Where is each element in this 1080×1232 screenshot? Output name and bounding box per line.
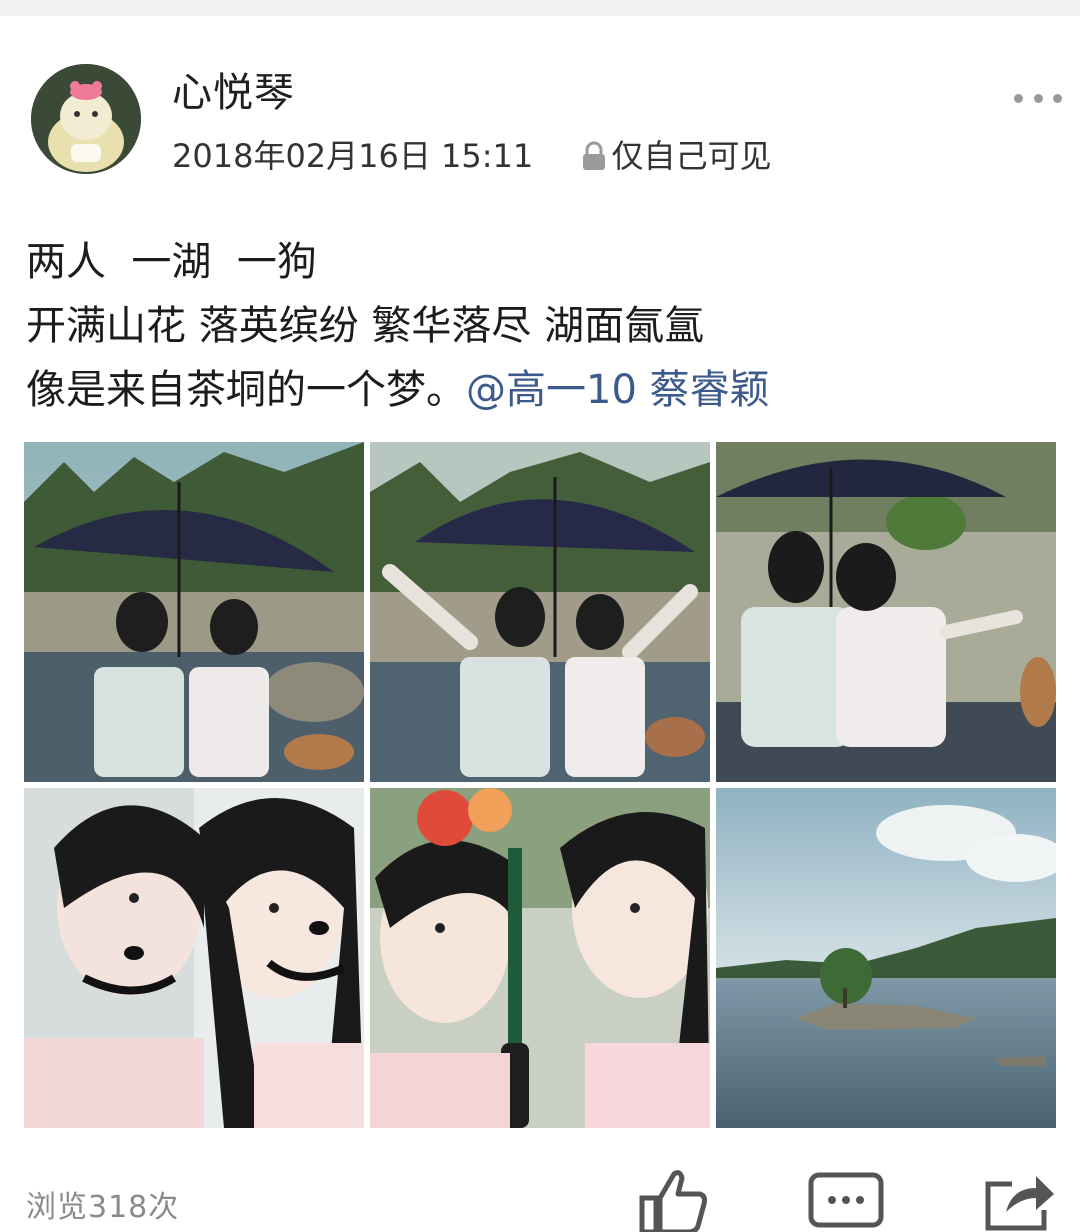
photo-4[interactable] <box>24 788 364 1128</box>
post-line-2: 开满山花 落英缤纷 繁华落尽 湖面氤氲 <box>26 303 705 349</box>
comment-bubble-icon[interactable] <box>808 1172 884 1232</box>
post-line-3: 像是来自茶垌的一个梦。@高一10 蔡睿颖 <box>26 358 1056 422</box>
photo-grid <box>24 442 1056 1128</box>
post-meta: 2018年02月16日 15:11 仅自己可见 <box>172 134 771 178</box>
post-card: 心悦琴 2018年02月16日 15:11 仅自己可见 两人 一湖 一狗 开满山… <box>0 16 1080 1232</box>
view-count: 浏览318次 <box>26 1190 180 1225</box>
photo-1[interactable] <box>24 442 364 782</box>
photo-3[interactable] <box>716 442 1056 782</box>
privacy-indicator: 仅自己可见 <box>581 134 771 178</box>
post-line-3-text: 像是来自茶垌的一个梦。 <box>26 367 466 413</box>
avatar[interactable] <box>31 64 141 174</box>
post-line-1: 两人 一湖 一狗 <box>26 239 317 285</box>
post-content: 两人 一湖 一狗 开满山花 落英缤纷 繁华落尽 湖面氤氲 像是来自茶垌的一个梦。… <box>26 230 1056 422</box>
thumbs-up-icon[interactable] <box>638 1168 708 1232</box>
share-arrow-icon[interactable] <box>982 1166 1058 1232</box>
mention-link[interactable]: @高一10 蔡睿颖 <box>466 367 770 413</box>
photo-6[interactable] <box>716 788 1056 1128</box>
author-name[interactable]: 心悦琴 <box>172 66 295 120</box>
more-dots-icon[interactable] <box>1014 88 1062 108</box>
post-timestamp: 2018年02月16日 15:11 <box>172 137 534 175</box>
lock-icon <box>583 141 606 170</box>
photo-5[interactable] <box>370 788 710 1128</box>
photo-2[interactable] <box>370 442 710 782</box>
privacy-label: 仅自己可见 <box>611 137 772 175</box>
